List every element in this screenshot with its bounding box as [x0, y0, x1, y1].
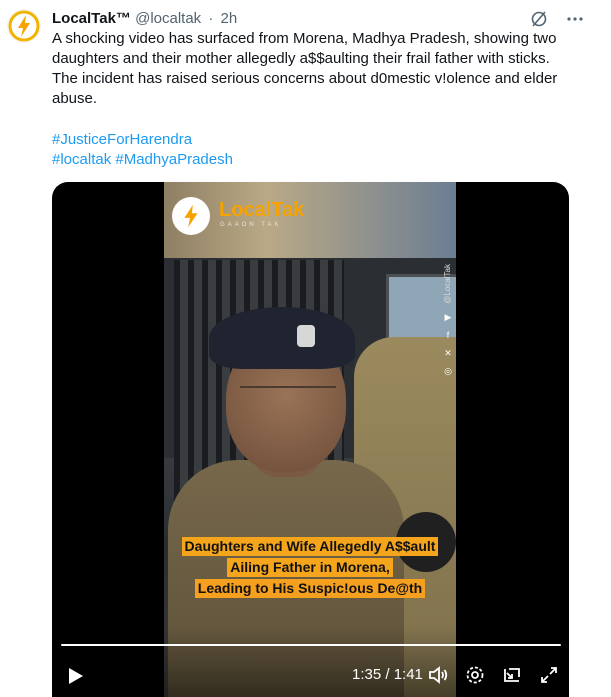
timestamp[interactable]: 2h: [221, 10, 238, 27]
caption-line-3: Leading to His Suspic!ous De@th: [194, 579, 426, 598]
x-icon: ✕: [444, 347, 452, 358]
instagram-icon: ◎: [444, 365, 452, 376]
caption-line-1: Daughters and Wife Allegedly A$$ault: [181, 537, 439, 556]
hashtag-justiceforharendra[interactable]: #JusticeForHarendra: [52, 131, 192, 148]
officer-glasses: [240, 386, 336, 402]
tweet-actions-top: [529, 9, 585, 29]
brand-logo-icon: [172, 197, 210, 235]
picture-in-picture-icon[interactable]: [500, 663, 524, 687]
tweet-text: A shocking video has surfaced from Moren…: [52, 29, 572, 109]
settings-icon[interactable]: [463, 663, 487, 687]
grok-icon[interactable]: [529, 9, 549, 29]
volume-icon[interactable]: [426, 663, 450, 687]
hashtags: #JusticeForHarendra #localtak #MadhyaPra…: [52, 130, 233, 170]
progress-bar[interactable]: [61, 644, 561, 646]
officer-cap: [209, 307, 355, 369]
caption-line-2: Ailing Father in Morena,: [227, 558, 393, 577]
facebook-icon: f: [446, 329, 450, 340]
brand-name: LocalTak: [219, 199, 305, 221]
side-handle: @LocalTak: [443, 264, 452, 304]
author-name[interactable]: LocalTak™: [52, 10, 131, 27]
separator: ·: [208, 10, 214, 27]
tweet-body: A shocking video has surfaced from Moren…: [52, 30, 558, 107]
brand-tagline: GAAON TAK: [220, 222, 282, 228]
cap-badge: [297, 325, 315, 347]
lightning-logo-icon: [8, 10, 40, 42]
fullscreen-icon[interactable]: [537, 663, 561, 687]
tweet-header: LocalTak™ @localtak · 2h: [52, 9, 237, 29]
video-side-icons: @LocalTak ▶ f ✕ ◎: [440, 264, 456, 376]
play-icon[interactable]: [64, 665, 86, 687]
more-icon[interactable]: [565, 9, 585, 29]
tweet: LocalTak™ @localtak · 2h A shocking vide…: [0, 0, 611, 697]
video-captions: Daughters and Wife Allegedly A$$ault Ail…: [164, 537, 456, 600]
hashtags-localtak-madhyapradesh[interactable]: #localtak #MadhyaPradesh: [52, 151, 233, 168]
youtube-icon: ▶: [444, 311, 452, 322]
author-handle[interactable]: @localtak: [135, 10, 201, 27]
video-control-icons: [426, 663, 561, 687]
time-readout: 1:35 / 1:41: [352, 666, 423, 683]
video-player[interactable]: LocalTak GAAON TAK @LocalTak ▶ f ✕ ◎ Dau…: [52, 182, 569, 697]
avatar[interactable]: [8, 10, 40, 42]
video-frame: LocalTak GAAON TAK @LocalTak ▶ f ✕ ◎ Dau…: [164, 182, 456, 697]
